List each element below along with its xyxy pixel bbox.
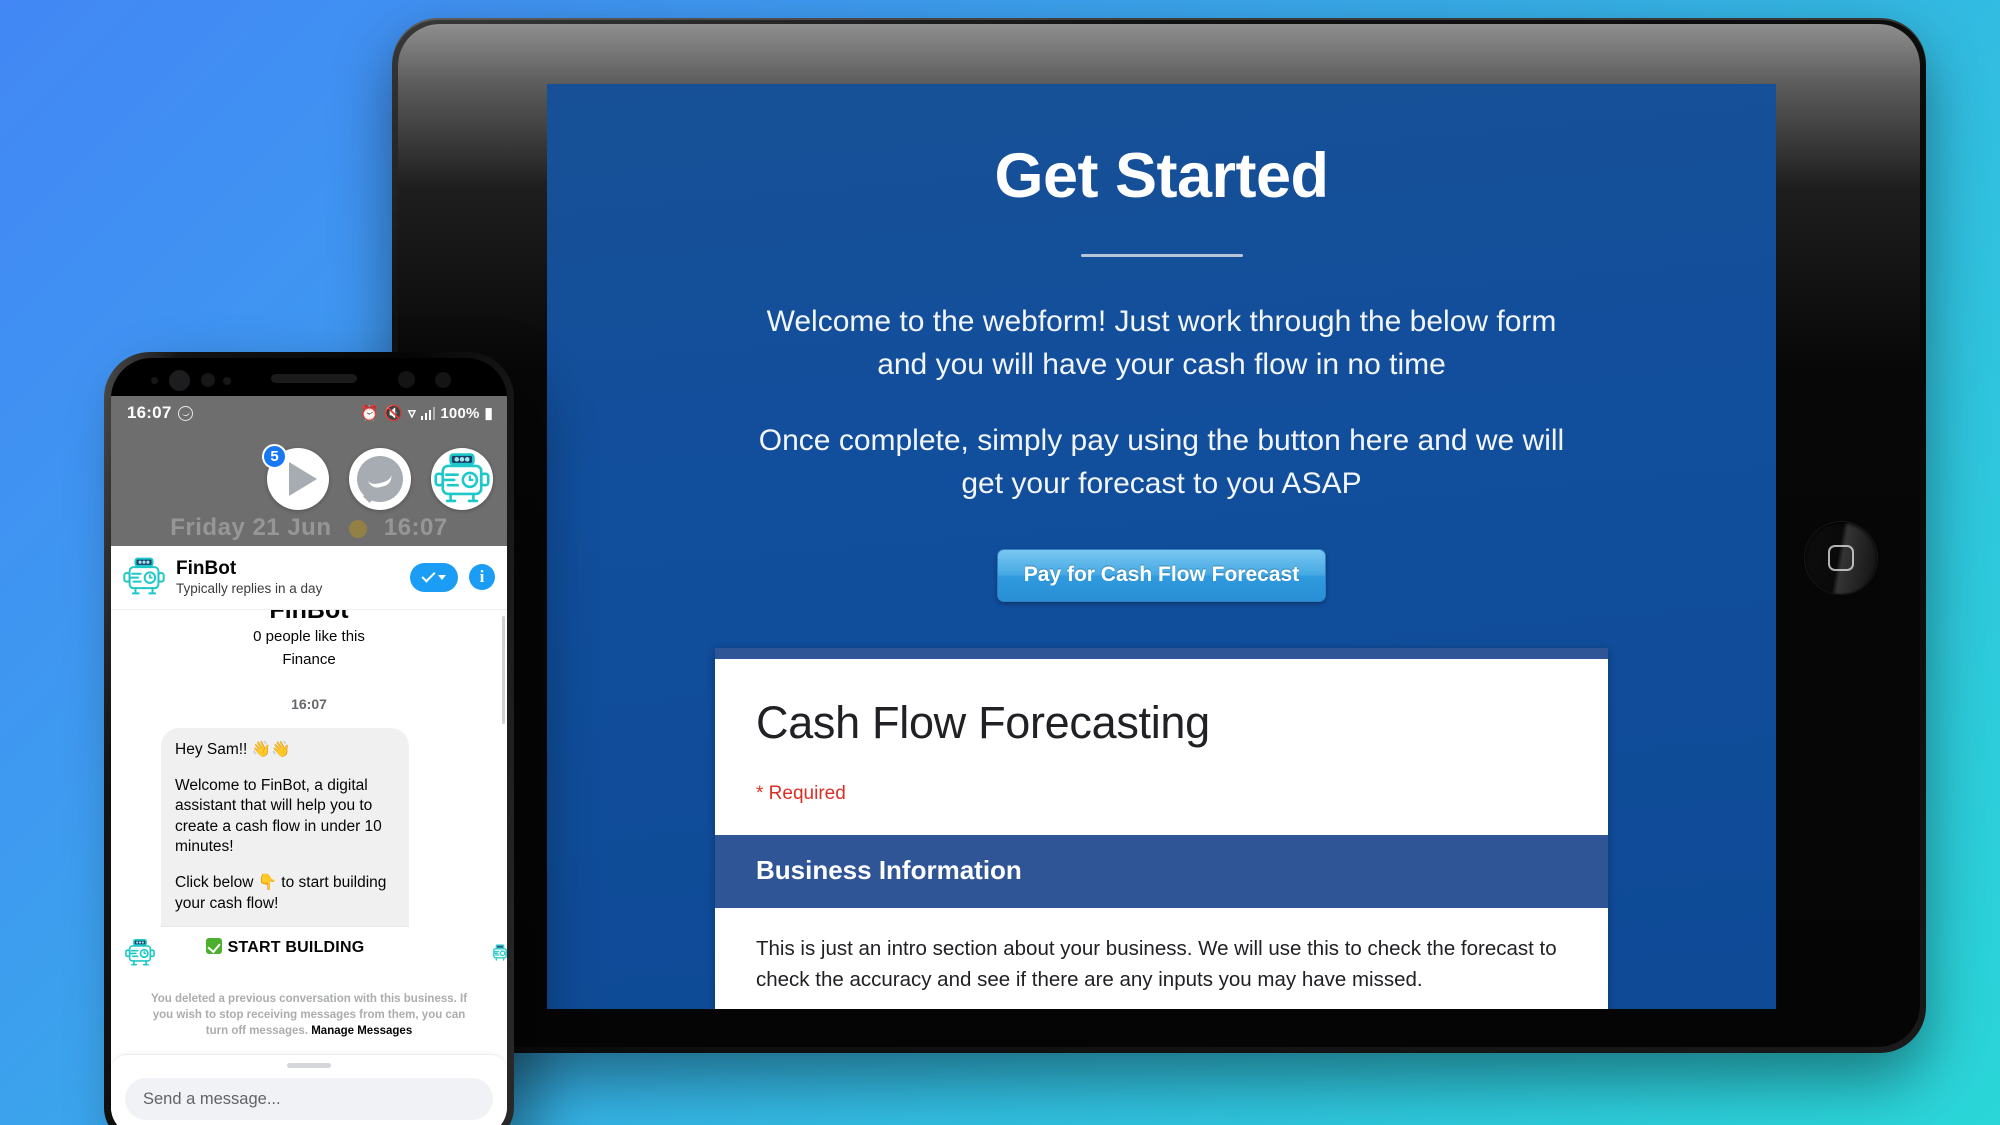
finbot-app-icon[interactable] <box>431 448 493 510</box>
message-timestamp: 16:07 <box>291 696 327 712</box>
phone-device: 16:07 ⏰ 🔇 ▿ 100% ▮ Friday 21 Jun 16:07 5… <box>104 352 514 1125</box>
chevron-down-icon <box>438 574 446 580</box>
tablet-device: Get Started Welcome to the webform! Just… <box>392 18 1926 1053</box>
phone-bezel: 16:07 ⏰ 🔇 ▿ 100% ▮ Friday 21 Jun 16:07 5… <box>111 358 507 1125</box>
messenger-chat-header: FinBot Typically replies in a day i <box>111 546 507 610</box>
form-section-description: This is just an intro section about your… <box>756 937 1557 992</box>
bubble-line-1: Hey Sam!! 👋👋 <box>175 741 291 758</box>
messenger-app-icon[interactable] <box>349 448 411 510</box>
phone-sensor-bar <box>111 358 507 396</box>
messenger-message-list[interactable]: FinBot 0 people like this Finance 16:07 <box>111 610 507 1054</box>
intro-paragraph-2: Once complete, simply pay using the butt… <box>758 424 1565 500</box>
bubble-line-2: Welcome to FinBot, a digital assistant t… <box>175 776 382 856</box>
bubble-line-3: Click below 👇 to start building your cas… <box>175 874 387 912</box>
mute-icon: 🔇 <box>384 405 404 422</box>
form-card-head: Cash Flow Forecasting * Required <box>715 659 1608 835</box>
finbot-avatar <box>123 556 165 598</box>
profile-name: FinBot <box>125 610 493 618</box>
sensor-dot-icon <box>151 377 158 384</box>
play-triangle-icon <box>288 462 317 496</box>
embedded-form-card: Cash Flow Forecasting * Required Busines… <box>715 648 1608 1009</box>
info-button[interactable]: i <box>469 564 495 590</box>
profile-category: Finance <box>282 651 336 668</box>
following-button[interactable] <box>410 562 458 592</box>
android-status-bar: 16:07 ⏰ 🔇 ▿ 100% ▮ <box>111 396 507 430</box>
status-bar-clock: 16:07 <box>127 403 172 422</box>
play-store-app-icon[interactable]: 5 <box>262 444 329 510</box>
form-title: Cash Flow Forecasting <box>756 697 1210 749</box>
form-section-body: This is just an intro section about your… <box>715 908 1608 1009</box>
finbot-mini-icon <box>491 944 507 962</box>
status-bar-left: 16:07 <box>127 403 194 423</box>
start-building-label: START BUILDING <box>227 939 365 957</box>
messenger-chat-sheet: FinBot Typically replies in a day i FinB… <box>111 546 507 1125</box>
form-section-header: Business Information <box>715 835 1608 909</box>
business-name: FinBot <box>176 557 237 579</box>
home-screen-time-text: 16:07 <box>383 514 448 541</box>
tablet-screen: Get Started Welcome to the webform! Just… <box>547 84 1776 1009</box>
message-row: Hey Sam!! 👋👋 Welcome to FinBot, a digita… <box>125 728 493 971</box>
reply-time-label: Typically replies in a day <box>176 581 323 597</box>
status-bar-right: ⏰ 🔇 ▿ 100% ▮ <box>360 404 493 423</box>
earpiece-speaker-icon <box>271 374 357 383</box>
manage-messages-link[interactable]: Manage Messages <box>311 1025 412 1037</box>
tablet-home-button[interactable] <box>1805 522 1877 594</box>
messenger-bubble-icon <box>357 456 403 502</box>
home-screen-app-row: 5 <box>111 444 507 510</box>
system-note: You deleted a previous conversation with… <box>141 992 477 1040</box>
phone-home-screen: 16:07 ⏰ 🔇 ▿ 100% ▮ Friday 21 Jun 16:07 5… <box>111 396 507 1125</box>
intro-paragraph-1: Welcome to the webform! Just work throug… <box>766 305 1557 381</box>
proximity-sensor-icon <box>398 371 415 388</box>
message-bubble: Hey Sam!! 👋👋 Welcome to FinBot, a digita… <box>161 728 409 971</box>
alarm-icon: ⏰ <box>360 405 380 422</box>
home-screen-date: Friday 21 Jun 16:07 <box>111 514 507 542</box>
check-icon <box>421 567 436 583</box>
promo-composite: Get Started Welcome to the webform! Just… <box>0 0 2000 1125</box>
message-sender-avatar <box>125 938 155 968</box>
home-button-square-icon <box>1828 545 1854 571</box>
scrollbar[interactable] <box>502 616 505 724</box>
messenger-header-names: FinBot Typically replies in a day <box>176 558 399 597</box>
page-title: Get Started <box>994 141 1329 211</box>
wifi-icon: ▿ <box>408 405 416 422</box>
finbot-robot-icon <box>434 453 490 503</box>
message-input-placeholder: Send a message... <box>143 1089 281 1108</box>
required-note: * Required <box>756 783 846 805</box>
profile-likes: 0 people like this <box>253 628 365 645</box>
pay-button-container: Pay for Cash Flow Forecast <box>547 549 1776 603</box>
title-divider <box>1080 254 1243 257</box>
messenger-notification-icon <box>178 405 194 421</box>
iris-scanner-icon <box>201 373 215 387</box>
green-check-icon <box>205 938 222 955</box>
home-screen-date-text: Friday 21 Jun <box>170 514 332 541</box>
message-input[interactable]: Send a message... <box>125 1078 493 1120</box>
start-building-button[interactable]: START BUILDING <box>161 926 409 971</box>
battery-icon: ▮ <box>484 405 493 422</box>
signal-icon <box>420 406 436 420</box>
sheet-drag-handle[interactable] <box>287 1063 331 1068</box>
tablet-bezel: Get Started Welcome to the webform! Just… <box>398 24 1920 1047</box>
system-note-text: You deleted a previous conversation with… <box>150 993 468 1037</box>
pay-for-cash-flow-forecast-button[interactable]: Pay for Cash Flow Forecast <box>996 549 1327 603</box>
battery-percent-label: 100% <box>440 404 480 422</box>
sensor-dot-icon <box>223 377 231 385</box>
weather-dot-icon <box>348 519 367 538</box>
sensor-dot-icon <box>435 372 451 388</box>
front-camera-icon <box>169 370 190 391</box>
messenger-composer-area: Send a message... <box>111 1054 507 1125</box>
play-store-badge: 5 <box>262 444 287 469</box>
